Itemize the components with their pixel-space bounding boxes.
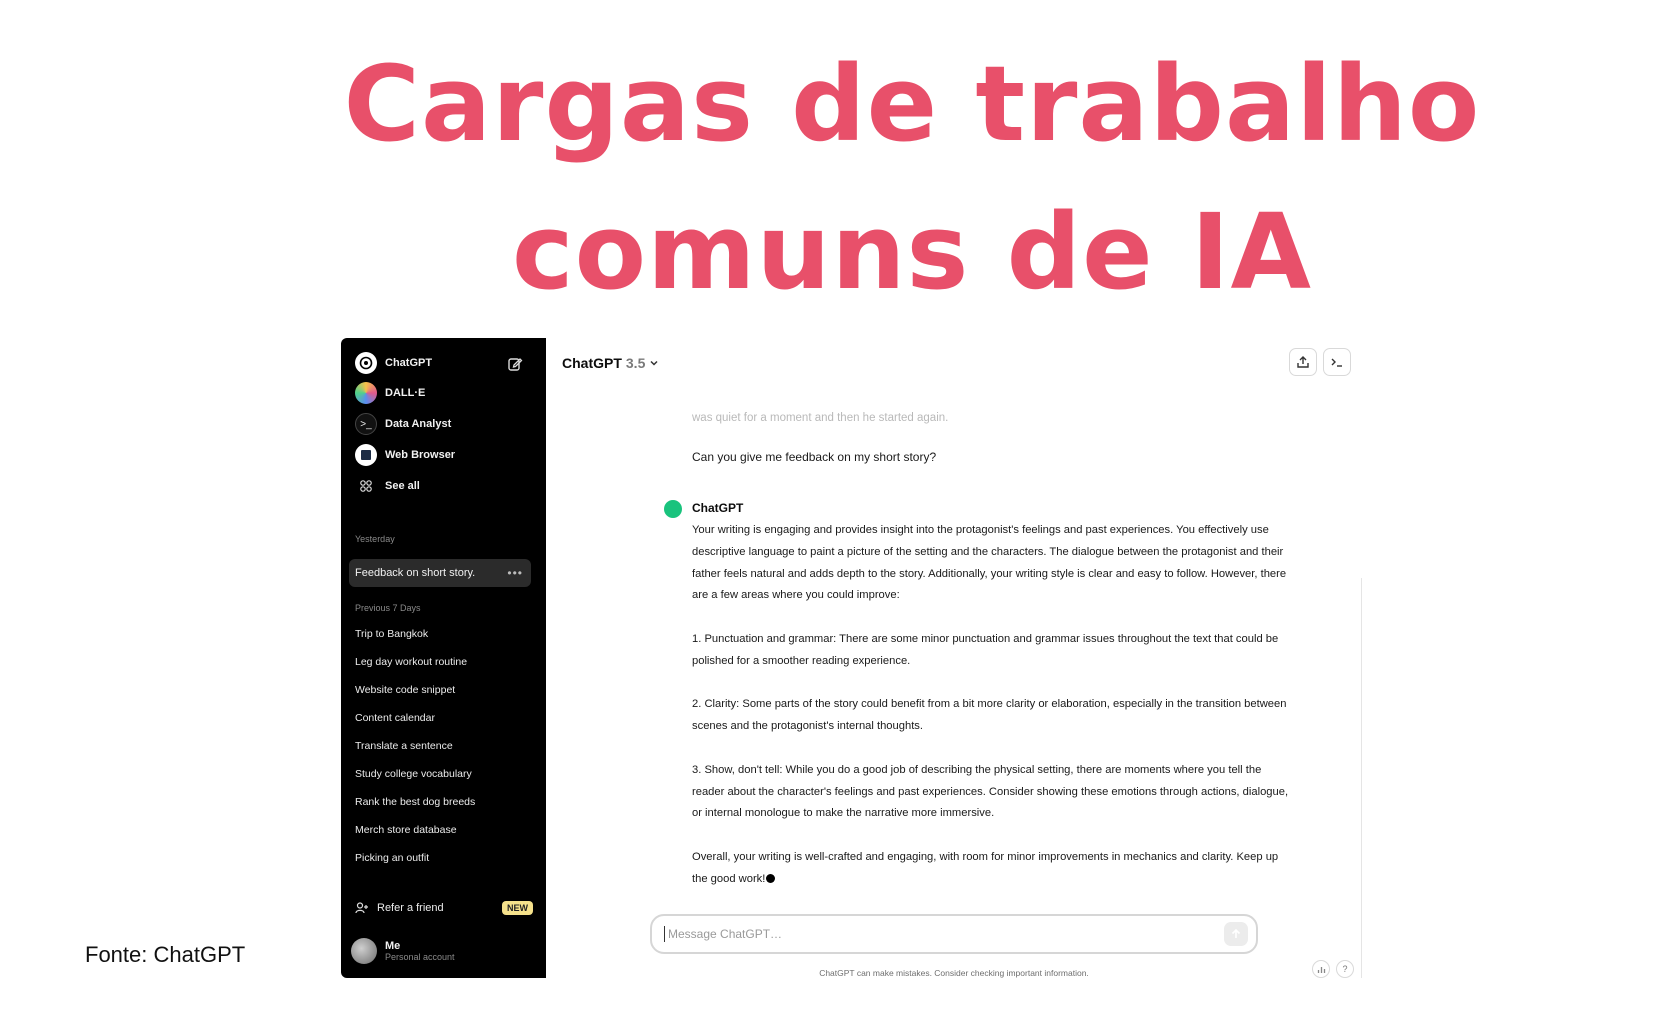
chatgpt-window: ChatGPT DALL·E >_ Data Analyst Web Brows… [341,338,1362,978]
user-name: Me [385,940,401,952]
message-input[interactable] [664,926,1224,942]
terminal-button[interactable] [1323,348,1351,376]
message-paragraph: 3. Show, don't tell: While you do a good… [692,763,1289,820]
refer-a-friend-button[interactable]: Refer a friend NEW [355,901,533,915]
avatar [351,938,377,964]
arrow-up-icon [1231,928,1241,938]
sidebar-item-see-all[interactable]: See all [355,474,420,498]
panel-divider [1361,578,1362,978]
more-options-icon[interactable]: ••• [507,566,523,580]
message-composer[interactable] [650,914,1258,954]
history-item[interactable]: Translate a sentence [355,740,453,752]
slide-title: Cargas de trabalho comuns de IA [343,43,1481,313]
history-item[interactable]: Picking an outfit [355,852,429,864]
source-caption: Fonte: ChatGPT [85,942,246,967]
section-label-yesterday: Yesterday [355,534,395,544]
history-item[interactable]: Website code snippet [355,684,455,696]
chevron-down-icon [650,360,658,366]
chat-title: Feedback on short story. [355,567,476,579]
model-version: 3.5 [625,355,646,371]
sidebar-item-web-browser[interactable]: Web Browser [355,443,455,467]
model-selector[interactable]: ChatGPT 3.5 [562,355,659,371]
section-label-previous-7-days: Previous 7 Days [355,603,421,613]
message-paragraph: 2. Clarity: Some parts of the story coul… [692,698,1287,733]
stats-button[interactable] [1312,960,1330,978]
sidebar-item-data-analyst[interactable]: >_ Data Analyst [355,412,451,436]
history-item[interactable]: Rank the best dog breeds [355,796,475,808]
sidebar-item-active-chat[interactable]: Feedback on short story. ••• [349,559,531,587]
history-item[interactable]: Study college vocabulary [355,768,472,780]
account-type: Personal account [385,952,455,962]
sidebar-item-label: Data Analyst [385,418,452,430]
dalle-icon [355,382,377,404]
bar-chart-icon [1317,966,1325,973]
send-button[interactable] [1224,922,1248,946]
chatgpt-avatar-icon [664,500,682,518]
history-item[interactable]: Trip to Bangkok [355,628,428,640]
share-icon [1297,356,1309,368]
history-item[interactable]: Merch store database [355,824,457,836]
refer-label: Refer a friend [377,902,444,914]
new-chat-icon[interactable] [507,356,523,372]
sidebar-item-dalle[interactable]: DALL·E [355,381,425,405]
user-message: Can you give me feedback on my short sto… [692,450,937,464]
share-button[interactable] [1289,348,1317,376]
previous-message-fragment: was quiet for a moment and then he start… [692,412,949,424]
openai-logo-icon [355,352,377,374]
assistant-message: Your writing is engaging and provides in… [692,520,1292,891]
help-button[interactable]: ? [1336,960,1354,978]
sidebar-item-label: See all [385,480,420,492]
account-menu[interactable]: Me Personal account [351,938,455,964]
disclaimer: ChatGPT can make mistakes. Consider chec… [819,968,1089,978]
sidebar: ChatGPT DALL·E >_ Data Analyst Web Brows… [341,338,546,978]
browser-icon [355,444,377,466]
message-paragraph: Your writing is engaging and provides in… [692,524,1287,602]
sidebar-item-chatgpt[interactable]: ChatGPT [355,351,432,375]
sidebar-item-label: DALL·E [385,387,426,399]
terminal-icon: >_ [355,413,377,435]
add-person-icon [355,902,368,914]
sidebar-item-label: ChatGPT [385,357,433,369]
message-paragraph: 1. Punctuation and grammar: There are so… [692,632,1279,667]
grid-icon [355,475,377,497]
assistant-name: ChatGPT [692,501,744,515]
new-badge: NEW [502,901,533,915]
question-mark-icon: ? [1342,964,1348,974]
chat-main: ChatGPT 3.5 was quiet for a moment and t… [546,338,1362,978]
typing-cursor-icon [766,873,776,883]
history-item[interactable]: Content calendar [355,712,435,724]
terminal-icon [1331,358,1342,367]
sidebar-item-label: Web Browser [385,449,456,461]
history-item[interactable]: Leg day workout routine [355,656,467,668]
message-paragraph: Overall, your writing is well-crafted an… [692,850,1279,885]
model-name: ChatGPT [562,355,622,371]
